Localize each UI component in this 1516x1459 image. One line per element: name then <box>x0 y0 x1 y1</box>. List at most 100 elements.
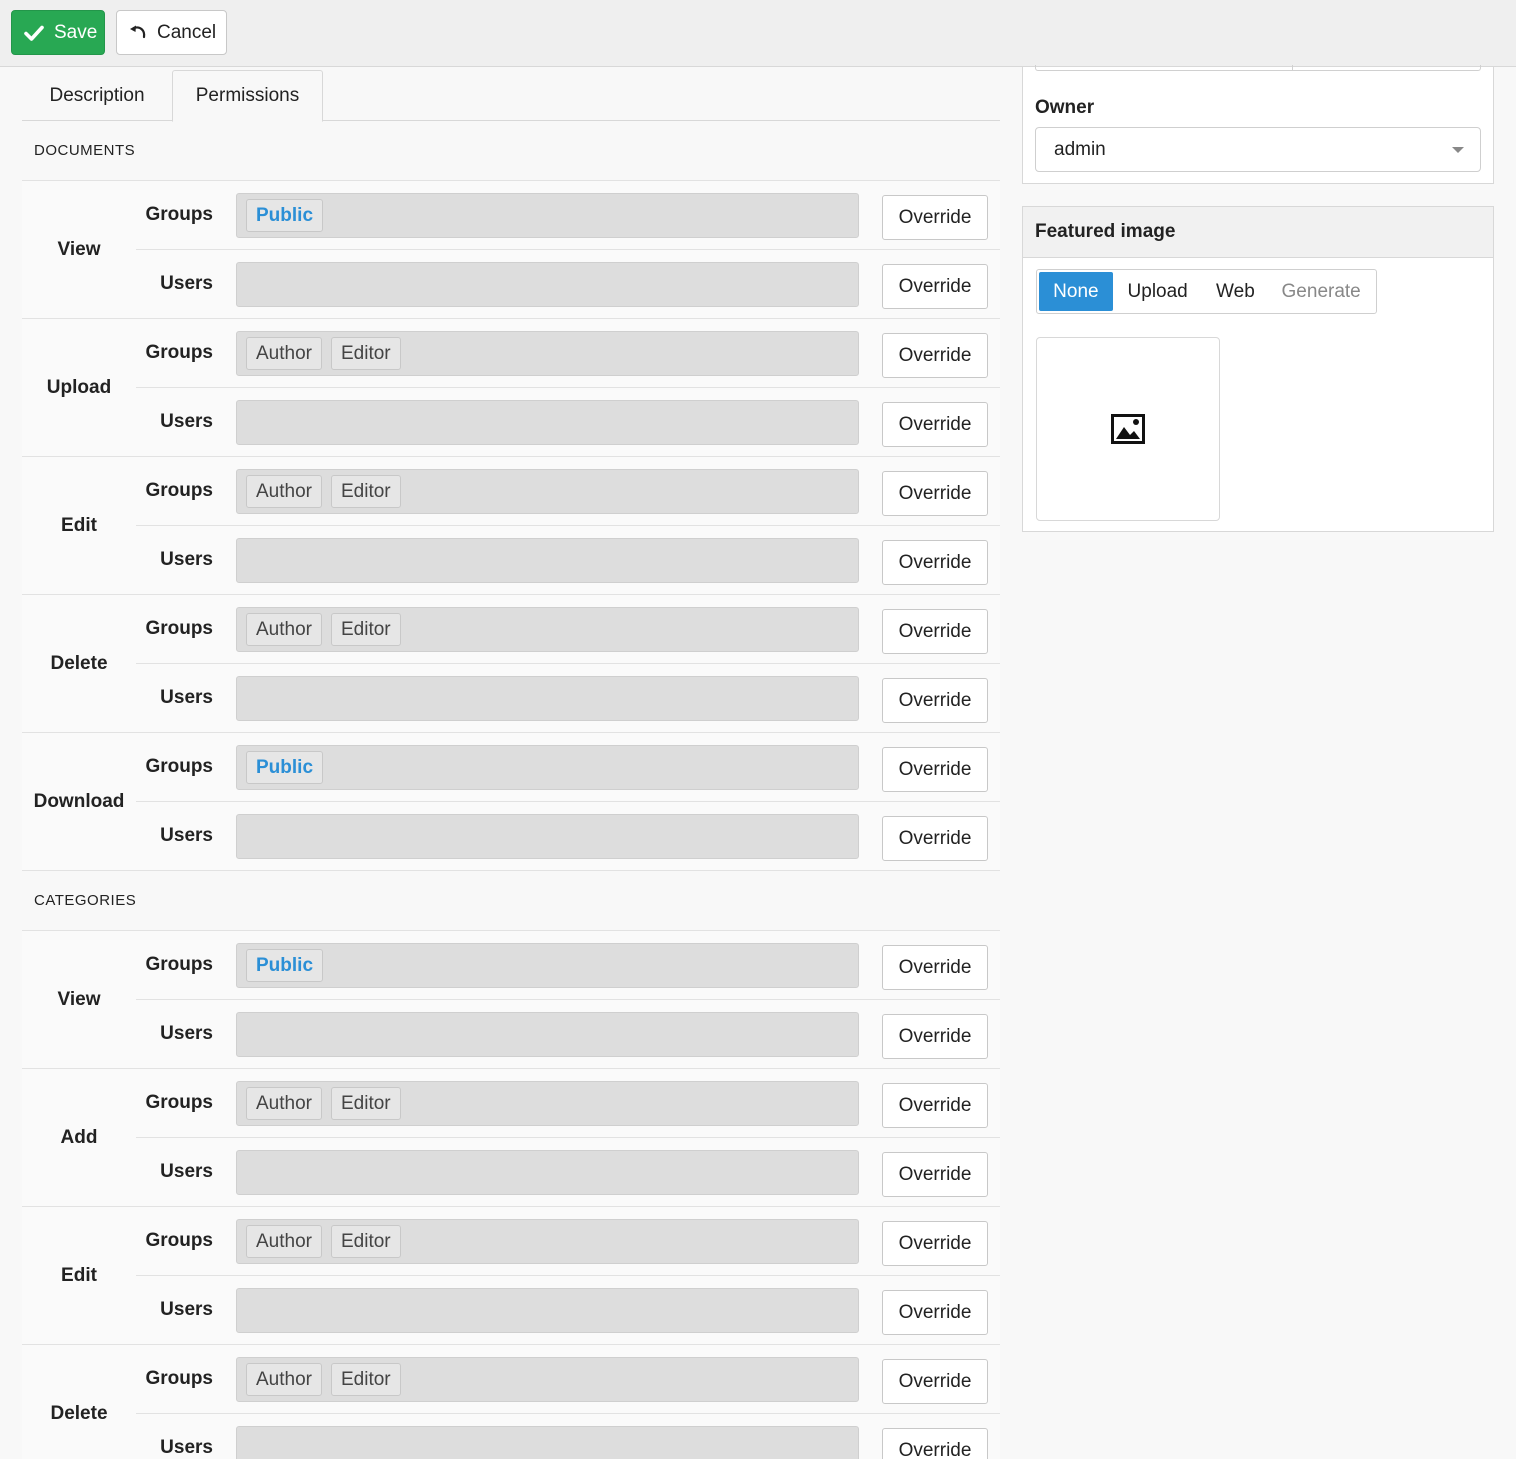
groups-field[interactable]: Public <box>236 943 859 988</box>
groups-field[interactable]: Author Editor <box>236 1081 859 1126</box>
featured-image-panel: Featured image None Upload Web Generate <box>1022 206 1494 532</box>
users-field[interactable] <box>236 676 859 721</box>
action-label: Edit <box>61 515 97 536</box>
groups-field[interactable]: Public <box>236 193 859 238</box>
permission-row: Groups Author Editor Override <box>136 595 1000 664</box>
users-field[interactable] <box>236 814 859 859</box>
row-label: Users <box>160 1299 213 1320</box>
image-preview[interactable] <box>1036 337 1220 521</box>
users-field[interactable] <box>236 1288 859 1333</box>
override-button[interactable]: Override <box>882 1428 988 1459</box>
tab-description[interactable]: Description <box>22 70 172 121</box>
save-label: Save <box>54 21 98 43</box>
row-label: Users <box>160 273 213 294</box>
permission-action: Edit Groups Author Editor Override Users Overr… <box>22 457 1000 595</box>
tab-bar: Description Permissions <box>22 70 1000 122</box>
tag-chip: Author <box>246 1363 322 1396</box>
users-field[interactable] <box>236 538 859 583</box>
image-source-toggle: None Upload Web Generate <box>1036 269 1377 314</box>
image-source-web[interactable]: Web <box>1203 272 1269 311</box>
override-button[interactable]: Override <box>882 1014 988 1059</box>
override-button[interactable]: Override <box>882 195 988 240</box>
tag-chip: Editor <box>330 337 401 370</box>
override-button[interactable]: Override <box>882 747 988 792</box>
row-label: Users <box>160 411 213 432</box>
groups-field[interactable]: Public <box>236 745 859 790</box>
partial-field-above[interactable] <box>1035 65 1481 71</box>
row-label: Groups <box>145 618 213 639</box>
users-field[interactable] <box>236 1150 859 1195</box>
row-label: Users <box>160 549 213 570</box>
owner-label: Owner <box>1035 97 1095 118</box>
permission-action: Add Groups Author Editor Override Users Overri… <box>22 1069 1000 1207</box>
groups-field[interactable]: Author Editor <box>236 331 859 376</box>
tag-chip: Editor <box>330 1363 401 1396</box>
override-button[interactable]: Override <box>882 333 988 378</box>
tag-chip: Author <box>246 1087 322 1120</box>
override-button[interactable]: Override <box>882 945 988 990</box>
tag-chip[interactable]: Public <box>246 949 324 982</box>
override-button[interactable]: Override <box>882 678 988 723</box>
override-button[interactable]: Override <box>882 540 988 585</box>
row-label: Groups <box>145 204 213 225</box>
tag-chip[interactable]: Public <box>246 199 324 232</box>
permission-action: Upload Groups Author Editor Override Users Ove… <box>22 319 1000 457</box>
override-button[interactable]: Override <box>882 1359 988 1404</box>
row-label: Groups <box>145 480 213 501</box>
permission-row: Users Override <box>136 388 1000 457</box>
tag-chip: Author <box>246 613 322 646</box>
image-source-generate[interactable]: Generate <box>1268 272 1374 311</box>
cancel-button[interactable]: Cancel <box>116 10 227 55</box>
action-label: Edit <box>61 1265 97 1286</box>
permission-row: Users Override <box>136 664 1000 733</box>
permission-action: Edit Groups Author Editor Override Users Overr… <box>22 1207 1000 1345</box>
override-button[interactable]: Override <box>882 402 988 447</box>
permission-row: Users Override <box>136 1138 1000 1207</box>
tag-chip: Editor <box>330 475 401 508</box>
users-field[interactable] <box>236 400 859 445</box>
row-label: Groups <box>145 1368 213 1389</box>
action-label: Add <box>60 1127 98 1148</box>
groups-field[interactable]: Author Editor <box>236 607 859 652</box>
groups-field[interactable]: Author Editor <box>236 469 859 514</box>
permission-row: Groups Public Override <box>136 181 1000 250</box>
override-button[interactable]: Override <box>882 1083 988 1128</box>
image-source-none[interactable]: None <box>1039 272 1113 311</box>
override-button[interactable]: Override <box>882 264 988 309</box>
override-button[interactable]: Override <box>882 1290 988 1335</box>
row-label: Groups <box>145 954 213 975</box>
image-source-upload[interactable]: Upload <box>1113 272 1203 311</box>
override-button[interactable]: Override <box>882 1221 988 1266</box>
row-label: Users <box>160 687 213 708</box>
users-field[interactable] <box>236 262 859 307</box>
save-button[interactable]: Save <box>11 10 105 55</box>
check-icon <box>24 25 44 41</box>
permission-row: Users Override <box>136 1000 1000 1069</box>
groups-field[interactable]: Author Editor <box>236 1357 859 1402</box>
row-label: Users <box>160 825 213 846</box>
permission-row: Groups Public Override <box>136 931 1000 1000</box>
chevron-down-icon <box>1452 147 1464 153</box>
override-button[interactable]: Override <box>882 471 988 516</box>
override-button[interactable]: Override <box>882 609 988 654</box>
toolbar: Save Cancel <box>0 0 1516 67</box>
tag-chip: Author <box>246 475 322 508</box>
undo-icon <box>130 25 146 38</box>
owner-select[interactable]: admin <box>1035 127 1481 172</box>
owner-panel: Owner admin <box>1022 65 1494 184</box>
tag-chip: Editor <box>330 1087 401 1120</box>
tag-chip: Editor <box>330 1225 401 1258</box>
cancel-label: Cancel <box>157 21 217 43</box>
tag-chip: Author <box>246 337 322 370</box>
tag-chip[interactable]: Public <box>246 751 324 784</box>
users-field[interactable] <box>236 1012 859 1057</box>
users-field[interactable] <box>236 1426 859 1459</box>
action-label: Upload <box>46 377 112 398</box>
override-button[interactable]: Override <box>882 816 988 861</box>
groups-field[interactable]: Author Editor <box>236 1219 859 1264</box>
action-label: View <box>57 989 101 1010</box>
override-button[interactable]: Override <box>882 1152 988 1197</box>
permission-row: Groups Author Editor Override <box>136 457 1000 526</box>
section-heading: CATEGORIES <box>22 871 1000 931</box>
tab-permissions[interactable]: Permissions <box>172 70 323 122</box>
